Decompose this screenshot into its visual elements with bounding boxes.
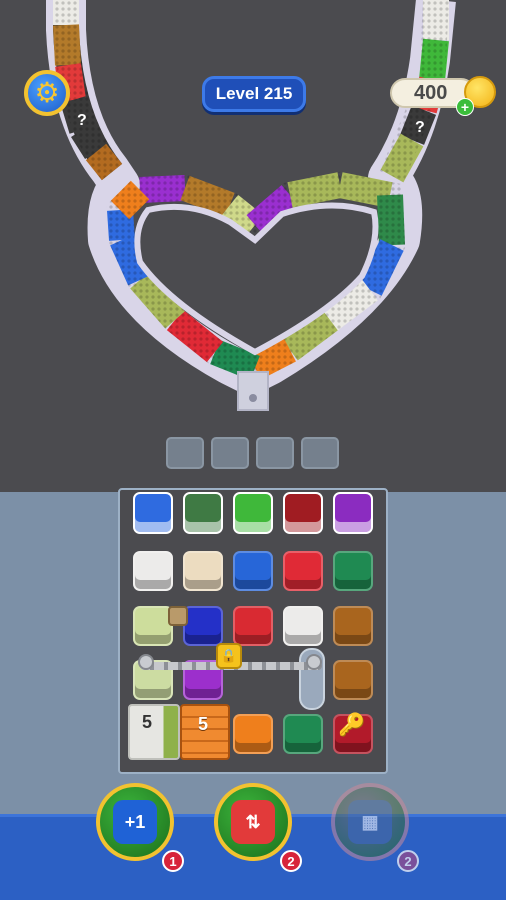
color-tile[interactable]	[183, 606, 223, 646]
level-label: Level 215	[215, 84, 293, 103]
color-tile[interactable]	[333, 660, 373, 700]
key-icon: 🔑	[338, 712, 366, 737]
color-tile[interactable]	[333, 606, 373, 646]
wooden-crate[interactable]: 5	[180, 704, 230, 760]
top-row-tile[interactable]	[233, 492, 273, 534]
link-lock-icon	[168, 606, 188, 626]
color-tile[interactable]	[133, 551, 173, 591]
booster-button[interactable]: ▦	[331, 783, 409, 861]
stone-crate-count: 5	[142, 712, 153, 732]
settings-button[interactable]: ⚙	[24, 70, 70, 116]
color-tile[interactable]	[283, 714, 323, 754]
stone-crate[interactable]: 5	[128, 704, 180, 760]
top-row-tile[interactable]	[183, 492, 223, 534]
top-row-tile[interactable]	[333, 492, 373, 534]
color-tile[interactable]	[233, 606, 273, 646]
padlock-icon: 🔒	[216, 643, 242, 669]
chain-anchor	[306, 654, 322, 670]
coin-amount: 400	[414, 81, 448, 104]
booster-button[interactable]: ⇅	[214, 783, 292, 861]
booster-icon: +1	[113, 800, 157, 844]
color-tile[interactable]	[233, 714, 273, 754]
gear-icon: ⚙	[34, 77, 60, 108]
color-tile[interactable]	[283, 606, 323, 646]
wooden-crate-count: 5	[198, 714, 209, 734]
booster-count-badge: 1	[162, 850, 184, 872]
booster-count-badge: 2	[397, 850, 419, 872]
color-tile[interactable]	[333, 551, 373, 591]
booster-button[interactable]: +1	[96, 783, 174, 861]
color-tile[interactable]	[233, 551, 273, 591]
color-tile[interactable]	[133, 606, 173, 646]
booster-count-badge: 2	[280, 850, 302, 872]
chain-anchor	[138, 654, 154, 670]
holding-slot	[211, 437, 249, 469]
color-tile[interactable]	[283, 551, 323, 591]
booster-icon: ⇅	[231, 800, 275, 844]
top-row-tile[interactable]	[283, 492, 323, 534]
mystery-mark-left: ?	[77, 112, 87, 129]
booster-icon: ▦	[348, 800, 392, 844]
heart-conveyor-track	[46, 0, 456, 411]
level-indicator: Level 215	[202, 76, 306, 112]
top-row-tile[interactable]	[133, 492, 173, 534]
holding-slot	[256, 437, 294, 469]
holding-slot	[166, 437, 204, 469]
mystery-mark-right: ?	[415, 119, 425, 136]
color-tile[interactable]	[183, 551, 223, 591]
holding-slot	[301, 437, 339, 469]
add-coins-button[interactable]: +	[456, 98, 474, 116]
